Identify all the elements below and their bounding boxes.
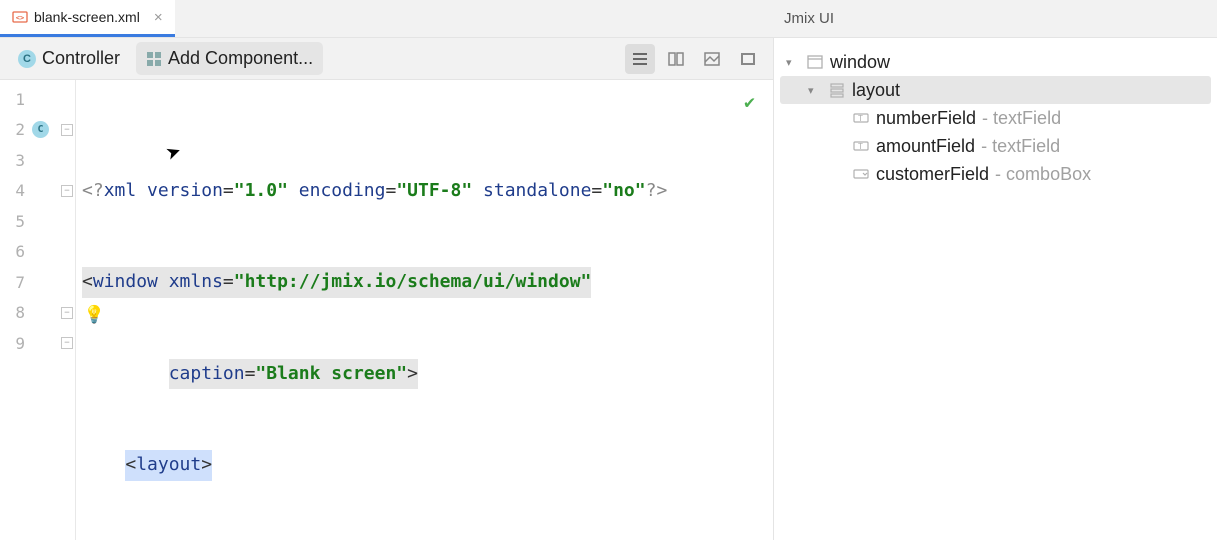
view-mode-group — [625, 44, 763, 74]
gutter-row[interactable]: 8−💡 — [0, 298, 75, 329]
add-component-label: Add Component... — [168, 48, 313, 69]
tree-node-field[interactable]: T numberField - textField — [780, 104, 1211, 132]
tree-node-layout[interactable]: ▾ layout — [780, 76, 1211, 104]
close-icon[interactable]: × — [154, 9, 163, 26]
tree-type: - textField — [981, 136, 1060, 157]
code-line[interactable]: <layout> — [76, 450, 773, 481]
add-component-button[interactable]: Add Component... — [136, 42, 323, 75]
gutter-row[interactable]: 3 — [0, 145, 75, 176]
xml-file-icon: <> — [12, 9, 28, 25]
fold-marker-icon[interactable]: − — [61, 307, 73, 319]
gutter-row[interactable]: 4− — [0, 176, 75, 207]
tree-type: - comboBox — [995, 164, 1091, 185]
panel-header: Jmix UI — [774, 0, 1217, 38]
component-tree-panel: ▾ window ▾ layout T numberField - textFi… — [774, 38, 1217, 540]
editor-pane: C Controller Add Component... ➤ 1 2C− — [0, 38, 774, 540]
gutter-row[interactable]: 5 — [0, 206, 75, 237]
controller-badge-icon: C — [18, 50, 36, 68]
view-image-button[interactable] — [697, 44, 727, 74]
combobox-icon — [852, 165, 870, 183]
tree-node-field[interactable]: T amountField - textField — [780, 132, 1211, 160]
tree-label: window — [830, 52, 890, 73]
panel-title: Jmix UI — [784, 10, 834, 27]
fold-marker-icon[interactable]: − — [61, 124, 73, 136]
file-tab[interactable]: <> blank-screen.xml × — [0, 0, 175, 37]
fold-marker-icon[interactable]: − — [61, 185, 73, 197]
svg-text:T: T — [858, 114, 863, 123]
gutter-row[interactable]: 9− — [0, 328, 75, 359]
tree-label: customerField — [876, 164, 989, 185]
main-area: C Controller Add Component... ➤ 1 2C− — [0, 38, 1217, 540]
controller-gutter-icon[interactable]: C — [32, 121, 49, 138]
tree-type: - textField — [982, 108, 1061, 129]
editor-area[interactable]: ➤ 1 2C− 3 4− 5 6 7 8−💡 9− ✔ <?xml versio… — [0, 80, 773, 540]
chevron-down-icon[interactable]: ▾ — [786, 56, 800, 69]
controller-button[interactable]: C Controller — [10, 44, 128, 73]
textfield-icon: T — [852, 137, 870, 155]
chevron-down-icon[interactable]: ▾ — [808, 84, 822, 97]
file-tab-label: blank-screen.xml — [34, 9, 140, 25]
code-line[interactable]: caption="Blank screen"> — [76, 359, 773, 390]
view-split-button[interactable] — [661, 44, 691, 74]
gutter-row[interactable]: 7 — [0, 267, 75, 298]
gutter-row[interactable]: 2C− — [0, 115, 75, 146]
gutter: 1 2C− 3 4− 5 6 7 8−💡 9− — [0, 80, 76, 540]
tree-label: amountField — [876, 136, 975, 157]
code-line[interactable]: <window xmlns="http://jmix.io/schema/ui/… — [76, 267, 773, 298]
view-preview-button[interactable] — [733, 44, 763, 74]
check-icon[interactable]: ✔ — [744, 88, 755, 119]
window-icon — [806, 53, 824, 71]
view-list-button[interactable] — [625, 44, 655, 74]
palette-icon — [146, 51, 162, 67]
textfield-icon: T — [852, 109, 870, 127]
gutter-row[interactable]: 1 — [0, 84, 75, 115]
gutter-row[interactable]: 6 — [0, 237, 75, 268]
editor-toolbar: C Controller Add Component... — [0, 38, 773, 80]
tree-label: layout — [852, 80, 900, 101]
fold-marker-icon[interactable]: − — [61, 337, 73, 349]
tree-node-window[interactable]: ▾ window — [780, 48, 1211, 76]
tree-node-field[interactable]: customerField - comboBox — [780, 160, 1211, 188]
tree-label: numberField — [876, 108, 976, 129]
tab-bar: <> blank-screen.xml × ⋮ Jmix UI — [0, 0, 1217, 38]
code-line[interactable]: <?xml version="1.0" encoding="UTF-8" sta… — [76, 176, 773, 207]
component-tree: ▾ window ▾ layout T numberField - textFi… — [774, 38, 1217, 198]
layout-icon — [828, 81, 846, 99]
controller-label: Controller — [42, 48, 120, 69]
svg-text:<>: <> — [16, 14, 24, 22]
svg-text:T: T — [858, 142, 863, 151]
